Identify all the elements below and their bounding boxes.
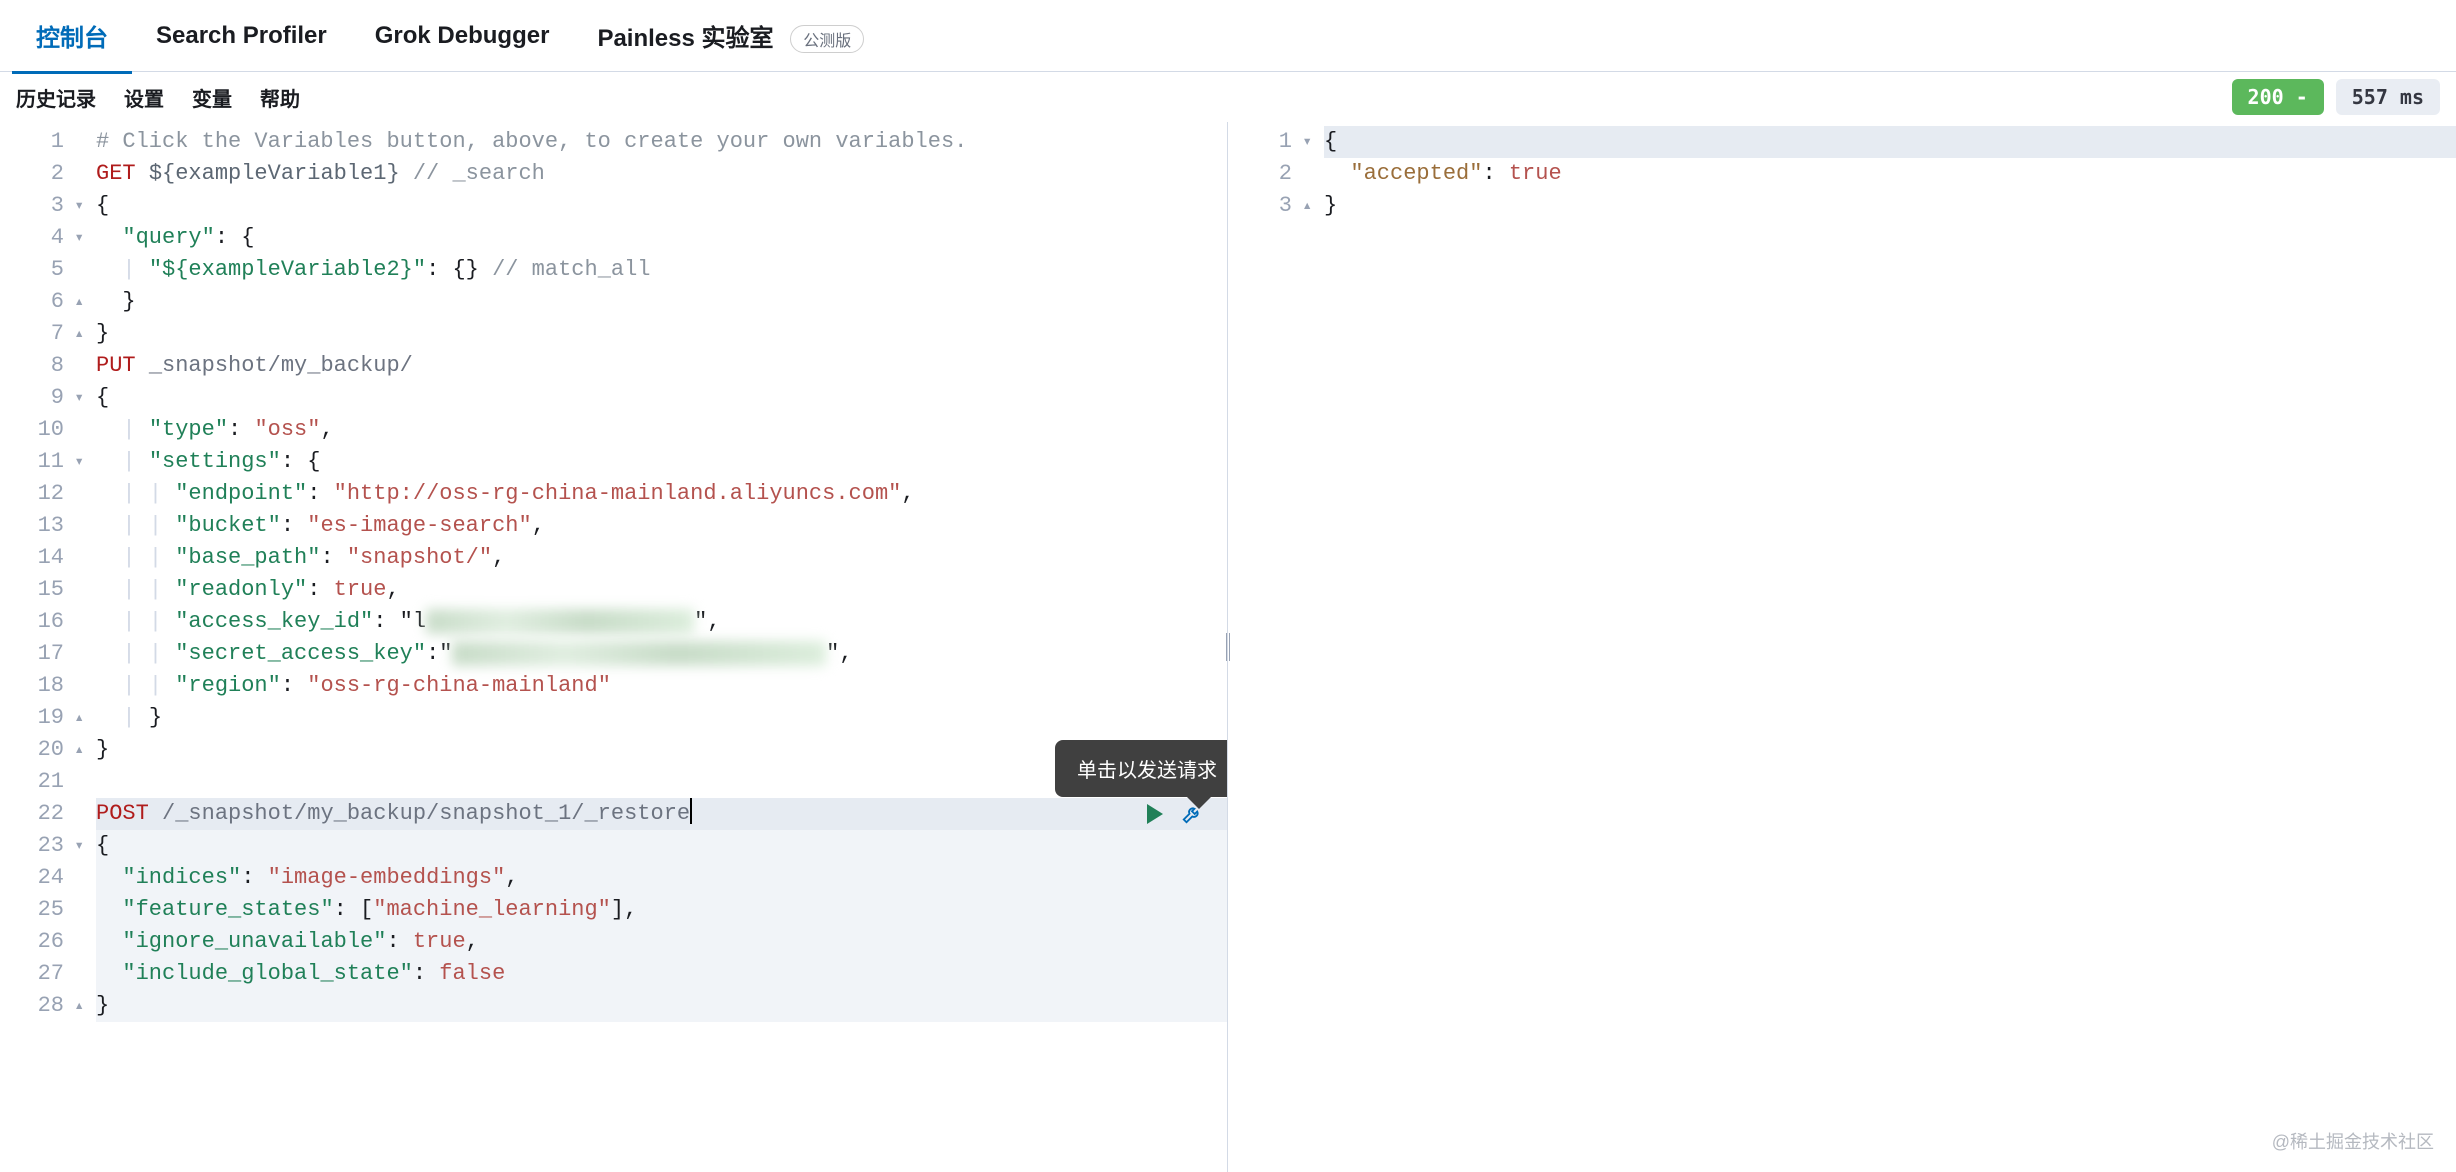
json-key: "type": [149, 417, 228, 442]
json-key: "endpoint": [175, 481, 307, 506]
code-comment: // _search: [413, 161, 545, 186]
tab-search-profiler[interactable]: Search Profiler: [132, 2, 351, 70]
json-value: true: [334, 577, 387, 602]
toolbar-settings[interactable]: 设置: [124, 83, 164, 112]
request-path: _snapshot/my_backup/: [149, 353, 413, 378]
response-status-badge: 200 -: [2232, 79, 2324, 115]
redacted-value: XXXXXXXXXXXXXXXXXXXXXXXXXXXX: [452, 641, 826, 666]
json-value: "http://oss-rg-china-mainland.aliyuncs.c…: [334, 481, 902, 506]
code-var: ${exampleVariable1}: [149, 161, 400, 186]
json-value: false: [439, 961, 505, 986]
json-value: "machine_learning": [373, 897, 611, 922]
json-key: "readonly": [175, 577, 307, 602]
response-viewer[interactable]: 1▾ 2 3▴ { "accepted": true }: [1228, 122, 2456, 1172]
http-method: PUT: [96, 353, 136, 378]
beta-badge: 公测版: [790, 25, 864, 53]
json-key: "region": [175, 673, 281, 698]
request-gutter: 1 2 3▾ 4▾ 5 6▴ 7▴ 8 9▾ 10 11▾ 12 13 14 1…: [0, 122, 70, 1026]
json-key: "ignore_unavailable": [122, 929, 386, 954]
tab-grok-debugger[interactable]: Grok Debugger: [351, 2, 574, 70]
http-method: POST: [96, 801, 149, 826]
json-value: "oss": [254, 417, 320, 442]
json-value: "snapshot/": [347, 545, 492, 570]
watermark: @稀土掘金技术社区: [2272, 1128, 2434, 1154]
response-gutter: 1▾ 2 3▴: [1228, 122, 1298, 226]
play-icon[interactable]: [1147, 804, 1163, 824]
tab-console[interactable]: 控制台: [12, 0, 132, 73]
request-lines[interactable]: # Click the Variables button, above, to …: [70, 122, 1227, 1026]
json-value: true: [413, 929, 466, 954]
json-key: "bucket": [175, 513, 281, 538]
code-comment: // match_all: [492, 257, 650, 282]
json-key: "accepted": [1350, 161, 1482, 186]
json-value: "image-embeddings": [268, 865, 506, 890]
toolbar-help[interactable]: 帮助: [260, 83, 300, 112]
text-cursor: [690, 798, 692, 824]
json-key: "query": [122, 225, 214, 250]
request-editor[interactable]: 1 2 3▾ 4▾ 5 6▴ 7▴ 8 9▾ 10 11▾ 12 13 14 1…: [0, 122, 1228, 1172]
response-lines: { "accepted": true }: [1298, 122, 2456, 226]
tab-painless-lab[interactable]: Painless 实验室 公测版: [573, 0, 888, 73]
json-key: "settings": [149, 449, 281, 474]
send-request-tooltip: 单击以发送请求: [1055, 740, 1228, 797]
json-key: "feature_states": [122, 897, 333, 922]
toolbar-variables[interactable]: 变量: [192, 83, 232, 112]
code-comment: # Click the Variables button, above, to …: [96, 129, 967, 154]
editor-splitter[interactable]: [1225, 633, 1231, 661]
response-time-badge: 557 ms: [2336, 79, 2440, 115]
json-key: "${exampleVariable2}": [149, 257, 426, 282]
json-key: "include_global_state": [122, 961, 412, 986]
json-key: "access_key_id": [175, 609, 373, 634]
json-key: "base_path": [175, 545, 320, 570]
json-value: "oss-rg-china-mainland": [307, 673, 611, 698]
request-path: /_snapshot/my_backup/snapshot_1/_restore: [162, 801, 690, 826]
json-value: true: [1509, 161, 1562, 186]
toolbar-history[interactable]: 历史记录: [16, 83, 96, 112]
json-value: "es-image-search": [307, 513, 531, 538]
json-key: "secret_access_key": [175, 641, 426, 666]
console-toolbar: 历史记录 设置 变量 帮助 200 - 557 ms: [0, 72, 2456, 122]
tab-painless-label: Painless 实验室: [597, 25, 773, 52]
top-tabs: 控制台 Search Profiler Grok Debugger Painle…: [0, 0, 2456, 72]
editor-split: 1 2 3▾ 4▾ 5 6▴ 7▴ 8 9▾ 10 11▾ 12 13 14 1…: [0, 122, 2456, 1172]
http-method: GET: [96, 161, 136, 186]
redacted-value: LXXXXXXXXXXXXXXXXXXX: [426, 609, 694, 634]
